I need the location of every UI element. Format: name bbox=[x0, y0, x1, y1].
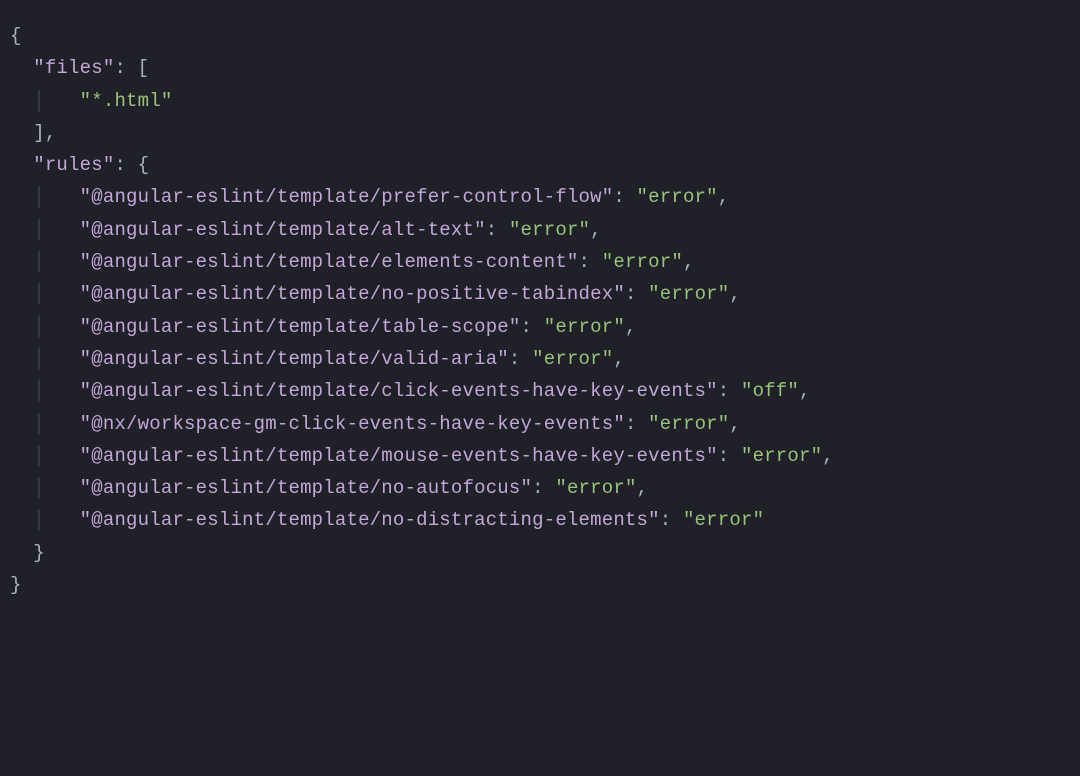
code-line: { bbox=[10, 20, 1070, 52]
json-string: "error" bbox=[544, 316, 625, 338]
punct-close-brace: } bbox=[33, 542, 45, 564]
json-key: "@angular-eslint/template/valid-aria" bbox=[80, 348, 509, 370]
json-key: "@nx/workspace-gm-click-events-have-key-… bbox=[80, 413, 625, 435]
json-key: "@angular-eslint/template/elements-conte… bbox=[80, 251, 579, 273]
code-line: │ "@angular-eslint/template/click-events… bbox=[10, 375, 1070, 407]
json-string: "error" bbox=[683, 509, 764, 531]
code-line: │ "@angular-eslint/template/no-positive-… bbox=[10, 278, 1070, 310]
code-line: │ "@angular-eslint/template/table-scope"… bbox=[10, 311, 1070, 343]
json-key-rules: "rules" bbox=[33, 154, 114, 176]
json-string: "error" bbox=[741, 445, 822, 467]
json-key: "@angular-eslint/template/alt-text" bbox=[80, 219, 486, 241]
json-string: "error" bbox=[648, 283, 729, 305]
json-string: "error" bbox=[637, 186, 718, 208]
code-line: │ "@angular-eslint/template/no-distracti… bbox=[10, 504, 1070, 536]
code-line: "rules": { bbox=[10, 149, 1070, 181]
json-key: "@angular-eslint/template/click-events-h… bbox=[80, 380, 718, 402]
punct-close-bracket: ], bbox=[33, 122, 56, 144]
code-line: │ "@angular-eslint/template/no-autofocus… bbox=[10, 472, 1070, 504]
json-string: "error" bbox=[602, 251, 683, 273]
code-line: │ "@nx/workspace-gm-click-events-have-ke… bbox=[10, 408, 1070, 440]
code-line: "files": [ bbox=[10, 52, 1070, 84]
punct-open-brace: { bbox=[10, 25, 22, 47]
punct-close-brace: } bbox=[10, 574, 22, 596]
json-string: "off" bbox=[741, 380, 799, 402]
json-string: "error" bbox=[648, 413, 729, 435]
json-key: "@angular-eslint/template/no-autofocus" bbox=[80, 477, 532, 499]
code-line: │ "@angular-eslint/template/valid-aria":… bbox=[10, 343, 1070, 375]
punct-open-brace: { bbox=[138, 154, 150, 176]
json-key-files: "files" bbox=[33, 57, 114, 79]
code-line: │ "@angular-eslint/template/alt-text": "… bbox=[10, 214, 1070, 246]
code-line: │ "@angular-eslint/template/prefer-contr… bbox=[10, 181, 1070, 213]
code-line: │ "@angular-eslint/template/mouse-events… bbox=[10, 440, 1070, 472]
code-container: { "files": [ │ "*.html" ], "rules": { │ … bbox=[10, 20, 1070, 601]
code-line: } bbox=[10, 569, 1070, 601]
json-key: "@angular-eslint/template/no-positive-ta… bbox=[80, 283, 625, 305]
json-string: "error" bbox=[509, 219, 590, 241]
code-line: } bbox=[10, 537, 1070, 569]
json-string: "error" bbox=[555, 477, 636, 499]
json-key: "@angular-eslint/template/prefer-control… bbox=[80, 186, 614, 208]
json-string: "*.html" bbox=[80, 90, 173, 112]
json-string: "error" bbox=[532, 348, 613, 370]
code-line: ], bbox=[10, 117, 1070, 149]
json-key: "@angular-eslint/template/table-scope" bbox=[80, 316, 521, 338]
code-line: │ "*.html" bbox=[10, 85, 1070, 117]
json-key: "@angular-eslint/template/mouse-events-h… bbox=[80, 445, 718, 467]
json-key: "@angular-eslint/template/no-distracting… bbox=[80, 509, 660, 531]
code-line: │ "@angular-eslint/template/elements-con… bbox=[10, 246, 1070, 278]
punct-open-bracket: [ bbox=[138, 57, 150, 79]
